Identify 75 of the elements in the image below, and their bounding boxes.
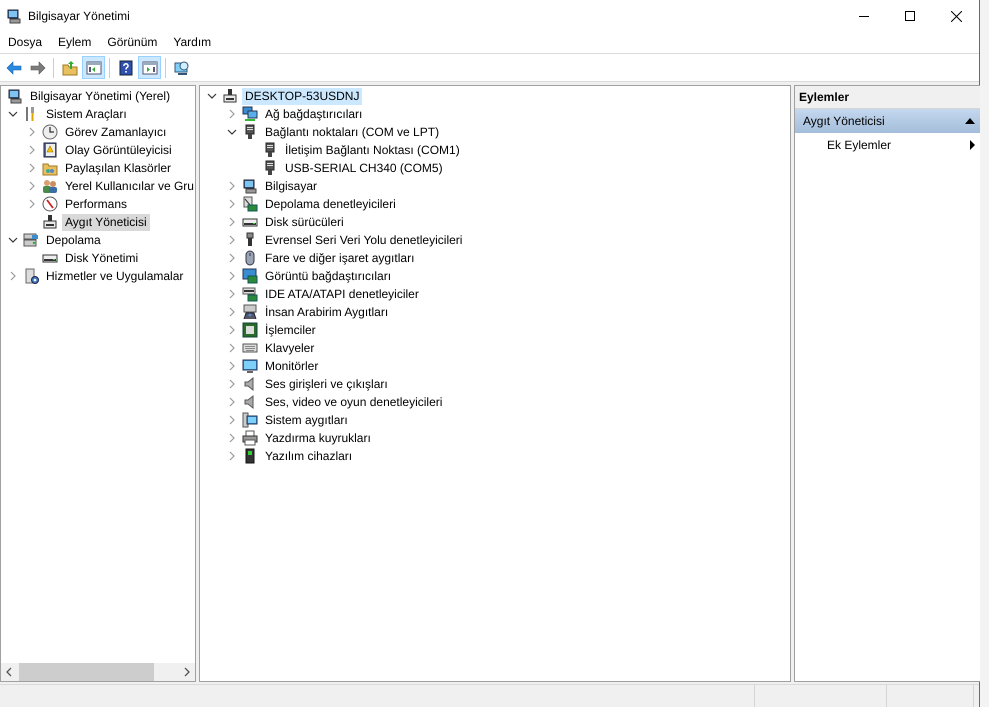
section-title: Aygıt Yöneticisi <box>803 114 886 128</box>
tree-item[interactable]: Evrensel Seri Veri Yolu denetleyicileri <box>262 232 466 248</box>
scrollbar[interactable] <box>1 663 195 681</box>
tree-item[interactable]: Ses girişleri ve çıkışları <box>262 376 391 392</box>
tree-item[interactable]: IDE ATA/ATAPI denetleyiciler <box>262 286 422 302</box>
action-item[interactable]: Ek Eylemler <box>827 138 970 152</box>
back-arrow-icon <box>6 60 22 76</box>
folder-up-icon <box>62 60 78 76</box>
device-icon <box>222 88 238 104</box>
printer-icon <box>242 430 258 446</box>
tree-item[interactable]: Ağ bağdaştırıcıları <box>262 106 366 122</box>
app-icon <box>6 8 22 24</box>
monitor-icon <box>242 358 258 374</box>
gauge-icon <box>42 196 58 212</box>
tree-item[interactable]: Bağlantı noktaları (COM ve LPT) <box>262 124 442 140</box>
tree-item[interactable]: Ses, video ve oyun denetleyicileri <box>262 394 446 410</box>
tree-item[interactable]: Yazdırma kuyrukları <box>262 430 374 446</box>
tree-item[interactable]: Olay Görüntüleyicisi <box>62 142 175 158</box>
computer-icon <box>7 88 23 104</box>
forward-arrow-icon <box>30 60 46 76</box>
tree-item[interactable]: Depolama <box>43 232 104 248</box>
tree-item[interactable]: Yerel Kullanıcılar ve Gru <box>62 178 195 194</box>
tree-item[interactable]: Paylaşılan Klasörler <box>62 160 174 176</box>
toolbar-button[interactable] <box>82 56 105 79</box>
storage-icon <box>23 232 39 248</box>
tree-item[interactable]: Görüntü bağdaştırıcıları <box>262 268 394 284</box>
tree-item[interactable]: Klavyeler <box>262 340 318 356</box>
tree-item[interactable]: Bilgisayar <box>262 178 320 194</box>
event-log-icon <box>42 142 58 158</box>
tree-item[interactable]: USB-SERIAL CH340 (COM5) <box>282 160 446 176</box>
action-pane-icon <box>142 60 158 76</box>
tree-item[interactable]: Hizmetler ve Uygulamalar <box>43 268 186 284</box>
controller-icon <box>242 196 258 212</box>
menu-item[interactable]: Yardım <box>165 35 220 49</box>
tree-item[interactable]: İletişim Bağlantı Noktası (COM1) <box>282 142 463 158</box>
tree-item[interactable]: Sistem aygıtları <box>262 412 351 428</box>
tree-item[interactable]: Disk Yönetimi <box>62 250 142 266</box>
tree-item[interactable]: Aygıt Yöneticisi <box>62 214 150 230</box>
tree-item[interactable]: Depolama denetleyicileri <box>262 196 399 212</box>
menu-item[interactable]: Eylem <box>50 35 100 49</box>
window-title: Bilgisayar Yönetimi <box>28 9 130 23</box>
help-icon <box>118 60 134 76</box>
tree-item[interactable]: İşlemciler <box>262 322 319 338</box>
tree-item[interactable]: Sistem Araçları <box>43 106 130 122</box>
tree-item[interactable]: Yazılım cihazları <box>262 448 356 464</box>
tree-pane-icon <box>86 60 102 76</box>
input-device-icon <box>242 304 258 320</box>
display-adapter-icon <box>242 268 258 284</box>
toolbar-button[interactable] <box>138 56 161 79</box>
tree-item[interactable]: Performans <box>62 196 130 212</box>
device-icon <box>42 214 58 230</box>
tree-item[interactable]: Bilgisayar Yönetimi (Yerel) <box>27 88 174 104</box>
computer-icon <box>242 178 258 194</box>
tree-item[interactable]: Fare ve diğer işaret aygıtları <box>262 250 418 266</box>
tree-item[interactable]: İnsan Arabirim Aygıtları <box>262 304 392 320</box>
collapse-arrow-icon[interactable] <box>965 118 975 124</box>
maximize-icon <box>905 11 915 21</box>
pane-header: Eylemler <box>795 86 981 109</box>
submenu-arrow-icon <box>970 140 975 150</box>
clock-icon <box>42 124 58 140</box>
tree-item[interactable]: Görev Zamanlayıcı <box>62 124 170 140</box>
tree-item[interactable]: DESKTOP-53USDNJ <box>242 88 362 104</box>
tree-item[interactable]: Disk sürücüleri <box>262 214 347 230</box>
close-icon <box>950 10 962 22</box>
menu-item[interactable]: Görünüm <box>99 35 166 49</box>
menu-item[interactable]: Dosya <box>0 35 50 49</box>
section-header[interactable]: Aygıt Yöneticisi <box>795 109 981 133</box>
users-icon <box>42 178 58 194</box>
tree-item[interactable]: Monitörler <box>262 358 322 374</box>
drive-controller-icon <box>242 286 258 302</box>
network-icon <box>242 106 258 122</box>
services-icon <box>23 268 39 284</box>
chip-icon <box>242 322 258 338</box>
monitor-search-icon <box>174 60 190 76</box>
system-icon <box>242 412 258 428</box>
